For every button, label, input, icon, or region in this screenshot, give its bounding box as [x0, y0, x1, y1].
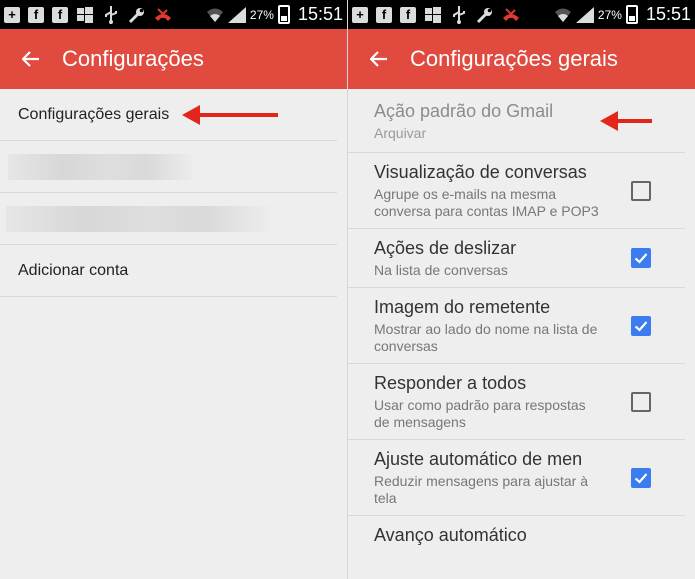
facebook-icon: f — [400, 6, 416, 23]
windows-icon — [76, 6, 94, 24]
wrench-icon — [128, 6, 146, 24]
windows-icon — [424, 6, 442, 24]
battery-percent: 27% — [597, 7, 622, 22]
list-item-account-blurred[interactable] — [0, 193, 337, 245]
check-icon — [634, 253, 648, 264]
wifi-icon — [554, 6, 572, 24]
list-item-add-account[interactable]: Adicionar conta — [0, 245, 337, 297]
page-title: Configurações — [62, 46, 204, 71]
list-item-account-blurred[interactable] — [0, 141, 337, 193]
app-bar: Configurações gerais — [348, 29, 695, 89]
battery-icon — [277, 5, 290, 24]
conversation-view-checkbox[interactable] — [631, 180, 651, 201]
setting-title: Imagem do remetente — [374, 297, 551, 317]
list-item-label: Configurações gerais — [18, 105, 170, 123]
reply-all-checkbox[interactable] — [631, 391, 651, 412]
auto-fit-checkbox[interactable] — [631, 467, 651, 488]
status-bar: + f f 27% 15:51 — [0, 0, 347, 29]
wrench-icon — [476, 6, 494, 24]
blurred-account-email — [6, 206, 269, 232]
setting-title: Avanço automático — [374, 525, 527, 545]
status-bar: + f f 27% 15:51 — [348, 0, 695, 29]
check-icon — [634, 472, 648, 484]
list-item-general-settings[interactable]: Configurações gerais — [0, 89, 337, 141]
usb-icon — [450, 5, 468, 24]
add-notification-icon: + — [352, 6, 368, 23]
wifi-icon — [206, 6, 224, 24]
app-bar: Configurações — [0, 29, 347, 89]
page-title: Configurações gerais — [410, 46, 618, 71]
general-settings-list: Ação padrão do Gmail Arquivar Visualizaç… — [348, 89, 695, 554]
screenshot-composite: + f f 27% 15:51 Configurações Configuraç… — [0, 0, 695, 579]
annotation-arrow — [182, 105, 278, 125]
setting-subtitle: Na lista de conversas — [374, 262, 508, 278]
setting-auto-advance[interactable]: Avanço automático — [348, 516, 685, 554]
setting-default-action[interactable]: Ação padrão do Gmail Arquivar — [348, 89, 685, 153]
setting-title: Ajuste automático de men — [374, 449, 583, 469]
clock: 15:51 — [645, 4, 691, 24]
setting-subtitle: Usar como padrão para respostas de mensa… — [374, 397, 586, 430]
blurred-account-email — [8, 154, 193, 180]
signal-icon — [575, 6, 594, 24]
setting-auto-fit-messages[interactable]: Ajuste automático de men Reduzir mensage… — [348, 440, 685, 516]
signal-icon — [227, 6, 246, 24]
setting-swipe-actions[interactable]: Ações de deslizar Na lista de conversas — [348, 229, 685, 288]
arrow-left-icon — [370, 51, 387, 67]
facebook-icon: f — [52, 6, 68, 23]
setting-subtitle: Arquivar — [374, 125, 427, 141]
check-icon — [634, 320, 648, 332]
usb-icon — [102, 5, 120, 24]
back-button[interactable] — [0, 29, 62, 89]
list-item-label: Adicionar conta — [18, 261, 129, 279]
settings-list: Configurações gerais Adicionar conta — [0, 89, 347, 297]
facebook-icon: f — [376, 6, 392, 23]
add-notification-icon: + — [4, 6, 20, 23]
battery-percent: 27% — [249, 7, 274, 22]
setting-reply-all[interactable]: Responder a todos Usar como padrão para … — [348, 364, 685, 440]
setting-sender-image[interactable]: Imagem do remetente Mostrar ao lado do n… — [348, 288, 685, 364]
battery-icon — [625, 5, 638, 24]
general-settings-screen: + f f 27% 15:51 Configurações gerais Açã… — [348, 0, 695, 579]
setting-title: Visualização de conversas — [374, 162, 587, 182]
annotation-arrow — [600, 111, 652, 131]
setting-subtitle: Mostrar ao lado do nome na lista de conv… — [374, 321, 598, 354]
missed-call-icon — [502, 6, 520, 24]
clock: 15:51 — [297, 4, 343, 24]
setting-subtitle: Reduzir mensagens para ajustar à tela — [374, 473, 589, 506]
arrow-left-icon — [22, 51, 39, 67]
facebook-icon: f — [28, 6, 44, 23]
missed-call-icon — [154, 6, 172, 24]
back-button[interactable] — [348, 29, 410, 89]
setting-title: Responder a todos — [374, 373, 527, 393]
settings-screen: + f f 27% 15:51 Configurações Configuraç… — [0, 0, 347, 579]
setting-conversation-view[interactable]: Visualização de conversas Agrupe os e-ma… — [348, 153, 685, 229]
setting-subtitle: Agrupe os e-mails na mesma conversa para… — [374, 186, 599, 219]
sender-image-checkbox[interactable] — [631, 315, 651, 336]
swipe-actions-checkbox[interactable] — [631, 248, 651, 268]
